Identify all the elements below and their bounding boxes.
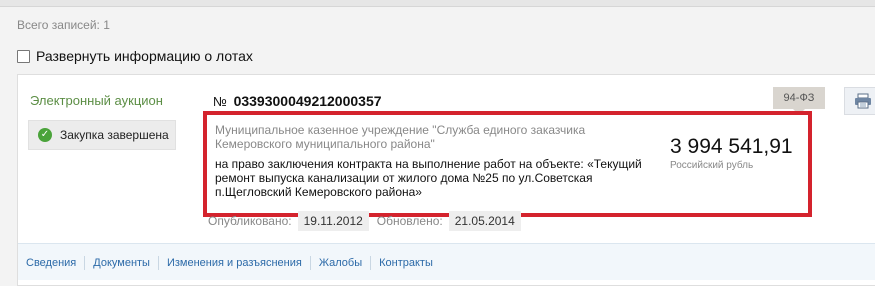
expand-lots-label: Развернуть информацию о лотах bbox=[36, 48, 253, 64]
tab-contracts[interactable]: Контракты bbox=[371, 256, 441, 270]
updated-label: Обновлено: bbox=[376, 214, 443, 228]
status-badge: ✓ Закупка завершена bbox=[28, 120, 176, 150]
contract-price: 3 994 541,91 bbox=[670, 135, 793, 158]
tab-complaints[interactable]: Жалобы bbox=[311, 256, 372, 270]
procurement-card: Электронный аукцион ✓ Закупка завершена … bbox=[17, 74, 875, 286]
total-records: Всего записей: 1 bbox=[17, 18, 110, 32]
dates-row: Опубликовано: 19.11.2012 Обновлено: 21.0… bbox=[208, 211, 529, 231]
number-sign: № bbox=[213, 94, 227, 109]
tab-changes[interactable]: Изменения и разъяснения bbox=[159, 256, 311, 270]
published-label: Опубликовано: bbox=[208, 214, 292, 228]
purchase-object: на право заключения контракта на выполне… bbox=[215, 157, 642, 199]
checkbox-icon[interactable] bbox=[17, 49, 30, 63]
print-icon bbox=[855, 93, 871, 109]
published-date: 19.11.2012 bbox=[297, 211, 369, 231]
customer-name[interactable]: Муниципальное казенное учреждение "Служб… bbox=[215, 123, 635, 151]
tab-info[interactable]: Сведения bbox=[18, 256, 86, 270]
auction-type-label: Электронный аукцион bbox=[30, 93, 163, 108]
registry-number[interactable]: № 0339300049212000357 bbox=[213, 93, 382, 109]
card-tabs-bar: Сведения Документы Изменения и разъяснен… bbox=[18, 243, 875, 280]
expand-lots-toggle[interactable]: Развернуть информацию о лотах bbox=[17, 48, 253, 64]
top-strip bbox=[0, 0, 875, 7]
updated-date: 21.05.2014 bbox=[448, 211, 521, 231]
registry-number-value[interactable]: 0339300049212000357 bbox=[234, 93, 382, 109]
currency-label: Российский рубль bbox=[670, 160, 754, 171]
card-tabs: Сведения Документы Изменения и разъяснен… bbox=[18, 256, 441, 270]
tab-documents[interactable]: Документы bbox=[85, 256, 159, 270]
print-button[interactable] bbox=[844, 87, 875, 115]
check-circle-icon: ✓ bbox=[38, 128, 52, 142]
highlight-frame: Муниципальное казенное учреждение "Служб… bbox=[203, 111, 812, 217]
law-tag: 94-ФЗ bbox=[773, 87, 825, 115]
status-label: Закупка завершена bbox=[60, 128, 169, 142]
